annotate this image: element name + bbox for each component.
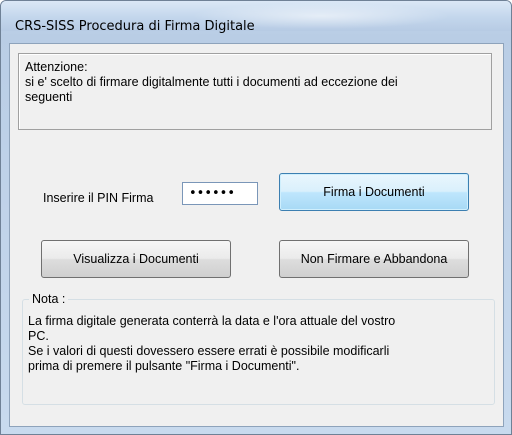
sign-documents-button[interactable]: Firma i Documenti bbox=[279, 173, 469, 211]
window-title: CRS-SISS Procedura di Firma Digitale bbox=[15, 19, 255, 34]
warning-text-line-1: si e' scelto di firmare digitalmente tut… bbox=[25, 75, 398, 89]
warning-heading: Attenzione: bbox=[25, 60, 88, 74]
note-line-3: Se i valori di questi dovessero essere e… bbox=[28, 344, 390, 358]
pin-label: Inserire il PIN Firma bbox=[43, 191, 154, 205]
warning-text-line-2: seguenti bbox=[25, 90, 73, 104]
dialog-window: CRS-SISS Procedura di Firma Digitale Att… bbox=[0, 0, 512, 435]
note-line-2: PC. bbox=[28, 329, 49, 343]
note-line-1: La firma digitale generata conterrà la d… bbox=[28, 314, 396, 328]
note-text: La firma digitale generata conterrà la d… bbox=[28, 314, 492, 374]
dialog-client-area: Attenzione: si e' scelto di firmare digi… bbox=[9, 43, 504, 427]
note-title: Nota : bbox=[29, 292, 69, 306]
note-line-4: prima di premere il pulsante "Firma i Do… bbox=[28, 359, 300, 373]
view-documents-button[interactable]: Visualizza i Documenti bbox=[41, 240, 231, 278]
warning-message-box: Attenzione: si e' scelto di firmare digi… bbox=[18, 53, 492, 130]
do-not-sign-abort-button[interactable]: Non Firmare e Abbandona bbox=[279, 240, 469, 278]
title-bar[interactable]: CRS-SISS Procedura di Firma Digitale bbox=[1, 1, 511, 34]
pin-password-field[interactable] bbox=[182, 182, 258, 205]
